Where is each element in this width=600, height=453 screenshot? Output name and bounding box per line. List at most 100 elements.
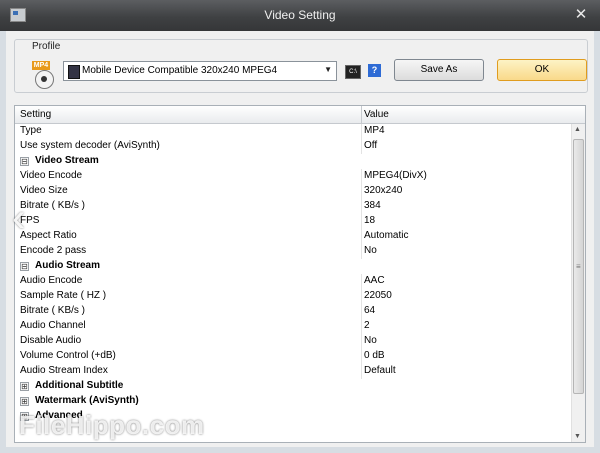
setting-label: Bitrate ( KB/s ) [20,305,86,316]
device-icon [68,65,80,79]
mp4-device-icon: MP4 [32,61,56,89]
table-row[interactable]: Audio Channel 2 [15,319,571,334]
video-setting-window: Video Setting ✕ Profile MP4 Mobile Devic… [0,0,600,453]
group-row[interactable]: ⊞ Additional Subtitle [15,379,571,394]
profile-select-value: Mobile Device Compatible 320x240 MPEG4 [82,65,278,76]
column-header-setting[interactable]: Setting [20,109,51,120]
table-row[interactable]: Use system decoder (AviSynth) Off [15,139,571,154]
group-row[interactable]: ⊟ Video Stream [15,154,571,169]
title-bar[interactable]: Video Setting ✕ [0,0,600,31]
setting-label: Use system decoder (AviSynth) [20,140,160,151]
setting-value[interactable]: 320x240 [364,185,402,196]
table-row[interactable]: Audio Stream Index Default [15,364,571,379]
cell-divider [361,289,362,304]
cell-divider [361,274,362,289]
table-row[interactable]: Volume Control (+dB) 0 dB [15,349,571,364]
setting-value[interactable]: 2 [364,320,370,331]
setting-value[interactable]: AAC [364,275,385,286]
help-button[interactable]: ? [368,64,381,77]
collapse-icon[interactable]: ⊟ [20,157,29,166]
scroll-thumb[interactable]: ≡ [573,139,584,394]
grid-rows: Type MP4 Use system decoder (AviSynth) Off ⊟… [15,124,571,424]
table-row[interactable]: Sample Rate ( HZ ) 22050 [15,289,571,304]
setting-value[interactable]: No [364,245,377,256]
setting-value[interactable]: MPEG4(DivX) [364,170,427,181]
column-header-value[interactable]: Value [364,109,389,120]
dialog-body: Profile MP4 Mobile Device Compatible 320… [6,31,594,447]
header-divider [361,106,362,123]
setting-value[interactable]: Automatic [364,230,408,241]
ok-button[interactable]: OK [497,59,587,81]
cell-divider [361,199,362,214]
table-row[interactable]: Aspect Ratio Automatic [15,229,571,244]
expand-icon[interactable]: ⊞ [20,397,29,406]
scroll-up-icon[interactable]: ▲ [574,126,581,133]
cell-divider [361,364,362,379]
table-row[interactable]: Encode 2 pass No [15,244,571,259]
table-row[interactable]: Bitrate ( KB/s ) 64 [15,304,571,319]
mp4-tag: MP4 [32,61,50,70]
cell-divider [361,319,362,334]
group-label: Additional Subtitle [35,380,124,391]
table-row[interactable]: Disable Audio No [15,334,571,349]
profile-group: Profile MP4 Mobile Device Compatible 320… [14,39,588,93]
setting-label: Audio Encode [20,275,83,286]
cell-divider [361,184,362,199]
cell-divider [361,244,362,259]
grip-icon: ≡ [576,262,581,271]
setting-label: Aspect Ratio [20,230,77,241]
cell-divider [361,214,362,229]
chevron-down-icon[interactable]: ▼ [324,65,332,74]
watermark: FileHippo.com [19,410,205,440]
setting-value[interactable]: 22050 [364,290,392,301]
table-row[interactable]: Video Size 320x240 [15,184,571,199]
expand-icon[interactable]: ⊞ [20,382,29,391]
setting-label: Video Encode [20,170,83,181]
setting-value[interactable]: No [364,335,377,346]
setting-label: Audio Stream Index [20,365,108,376]
setting-value[interactable]: MP4 [364,125,385,136]
settings-grid: Setting Value Type MP4 Use system decoder … [14,105,586,443]
cell-divider [361,334,362,349]
profile-select[interactable]: Mobile Device Compatible 320x240 MPEG4 ▼ [63,61,337,81]
setting-label: Type [20,125,42,136]
scroll-down-icon[interactable]: ▼ [574,433,581,440]
player-icon [35,70,54,89]
group-row[interactable]: ⊟ Audio Stream [15,259,571,274]
cell-divider [361,139,362,154]
setting-label: Sample Rate ( HZ ) [20,290,107,301]
vertical-scrollbar[interactable]: ▲ ≡ ▼ [571,124,585,442]
setting-value[interactable]: 64 [364,305,375,316]
setting-label: Disable Audio [20,335,82,346]
setting-label: Encode 2 pass [20,245,87,256]
group-label: Watermark (AviSynth) [35,395,139,406]
cell-divider [361,304,362,319]
save-as-button[interactable]: Save As [394,59,484,81]
setting-value[interactable]: 0 dB [364,350,385,361]
collapse-icon[interactable]: ⊟ [20,262,29,271]
setting-value[interactable]: Default [364,365,396,376]
table-row[interactable]: Video Encode MPEG4(DivX) [15,169,571,184]
command-line-button[interactable]: C:\ [345,65,361,79]
setting-label: Video Size [20,185,68,196]
group-row[interactable]: ⊞ Watermark (AviSynth) [15,394,571,409]
setting-value[interactable]: Off [364,140,377,151]
setting-label: Bitrate ( KB/s ) [20,200,86,211]
grid-header: Setting Value [15,106,585,124]
close-icon[interactable]: ✕ [572,6,590,24]
table-row[interactable]: Bitrate ( KB/s ) 384 [15,199,571,214]
table-row[interactable]: FPS 18 [15,214,571,229]
setting-label: Audio Channel [20,320,86,331]
cell-divider [361,124,362,139]
cell-divider [361,169,362,184]
setting-value[interactable]: 384 [364,200,381,211]
setting-value[interactable]: 18 [364,215,375,226]
setting-label: Volume Control (+dB) [20,350,116,361]
previous-arrow-icon[interactable]: ‹ [12,196,25,241]
cell-divider [361,349,362,364]
profile-legend: Profile [29,41,64,52]
window-title: Video Setting [264,8,336,22]
group-label: Video Stream [35,155,99,166]
table-row[interactable]: Type MP4 [15,124,571,139]
table-row[interactable]: Audio Encode AAC [15,274,571,289]
